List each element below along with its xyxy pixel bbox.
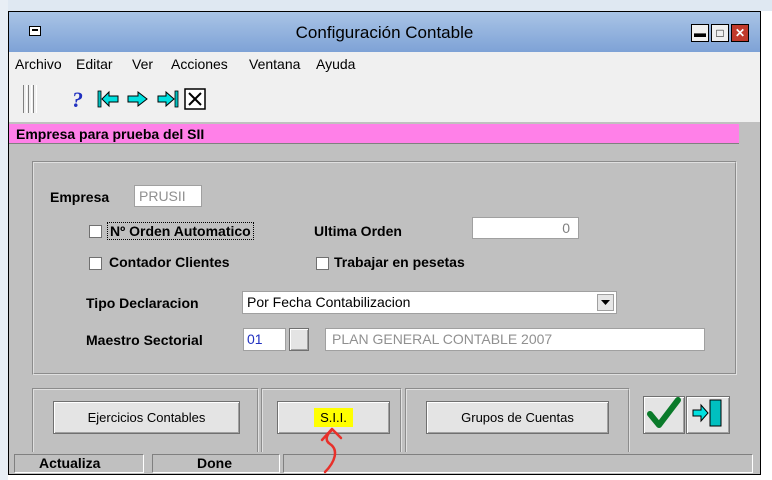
svg-text:?: ?	[72, 88, 83, 110]
ultima-orden-field[interactable]: 0	[472, 217, 579, 239]
desktop-edge	[0, 0, 8, 480]
empresa-field[interactable]: PRUSII	[134, 185, 202, 207]
exit-button[interactable]	[686, 396, 730, 434]
close-icon[interactable]	[184, 88, 206, 110]
desktop-strip	[0, 0, 772, 11]
trabajar-pesetas-label[interactable]: Trabajar en pesetas	[334, 254, 465, 270]
minimize-button[interactable]: ▬	[691, 24, 709, 42]
contador-clientes-checkbox[interactable]	[89, 257, 102, 270]
first-record-icon[interactable]	[97, 88, 119, 110]
accept-button[interactable]	[643, 396, 685, 434]
next-record-icon[interactable]	[127, 88, 149, 110]
orden-automatico-label[interactable]: Nº Orden Automatico	[107, 222, 254, 240]
maestro-description-field: PLAN GENERAL CONTABLE 2007	[325, 328, 705, 351]
tipo-declaracion-select[interactable]: Por Fecha Contabilizacion	[242, 291, 617, 314]
toolbar-grip	[28, 85, 32, 113]
menu-bar: Archivo Editar Ver Acciones Ventana Ayud…	[9, 52, 760, 74]
orden-automatico-checkbox[interactable]	[89, 225, 102, 238]
menu-editar[interactable]: Editar	[76, 56, 113, 72]
maestro-sectorial-label: Maestro Sectorial	[86, 332, 203, 348]
contador-clientes-label[interactable]: Contador Clientes	[109, 254, 230, 270]
config-window: Configuración Contable ▬ □ ✕ Archivo Edi…	[8, 11, 761, 475]
exit-door-icon	[692, 399, 722, 427]
status-bar: Actualiza Done	[9, 452, 760, 474]
menu-ver[interactable]: Ver	[132, 56, 153, 72]
toolbar-grip	[23, 85, 27, 113]
title-bar[interactable]: Configuración Contable ▬ □ ✕	[9, 12, 760, 52]
chevron-down-icon[interactable]	[597, 294, 614, 311]
status-actualiza: Actualiza	[14, 454, 144, 473]
status-done: Done	[152, 454, 280, 473]
tipo-declaracion-value: Por Fecha Contabilizacion	[247, 294, 411, 310]
window-title: Configuración Contable	[295, 23, 474, 42]
ejercicios-contables-button[interactable]: Ejercicios Contables	[53, 401, 240, 434]
menu-archivo[interactable]: Archivo	[15, 56, 62, 72]
checkmark-icon	[647, 397, 681, 428]
close-window-button[interactable]: ✕	[731, 24, 749, 42]
maestro-code-field[interactable]: 01	[243, 328, 286, 351]
annotation-arrow	[320, 427, 343, 474]
ultima-orden-label: Ultima Orden	[314, 223, 402, 239]
tipo-declaracion-label: Tipo Declaracion	[86, 295, 199, 311]
maestro-lookup-button[interactable]	[289, 328, 309, 351]
toolbar-grip	[33, 85, 37, 113]
last-record-icon[interactable]	[157, 88, 179, 110]
empresa-label: Empresa	[50, 189, 110, 205]
menu-ventana[interactable]: Ventana	[249, 56, 300, 72]
menu-ayuda[interactable]: Ayuda	[316, 56, 355, 72]
trabajar-pesetas-checkbox[interactable]	[316, 257, 329, 270]
menu-acciones[interactable]: Acciones	[171, 56, 228, 72]
help-icon[interactable]: ?	[67, 88, 89, 110]
maximize-button[interactable]: □	[711, 24, 729, 42]
toolbar: ?	[9, 74, 760, 122]
grupos-cuentas-button[interactable]: Grupos de Cuentas	[426, 401, 609, 434]
company-banner: Empresa para prueba del SII	[9, 124, 739, 144]
